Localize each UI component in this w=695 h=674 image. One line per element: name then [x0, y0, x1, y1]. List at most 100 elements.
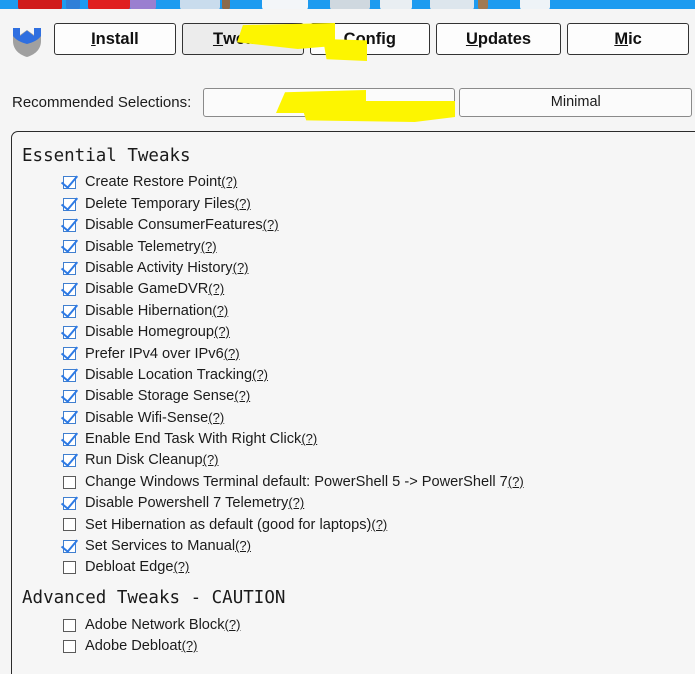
checkbox-row-disable-location-tracking[interactable]: Disable Location Tracking(?)	[63, 365, 695, 386]
checkbox-row-disable-storage-sense[interactable]: Disable Storage Sense(?)	[63, 386, 695, 407]
checkbox-row-create-restore-point[interactable]: Create Restore Point(?)	[63, 172, 695, 193]
tab-config[interactable]: Config	[309, 23, 430, 55]
help-link-run-disk-cleanup[interactable]: (?)	[203, 452, 219, 467]
checkbox-row-adobe-network-block[interactable]: Adobe Network Block(?)	[63, 614, 695, 635]
winutil-window: Install Tweaks Config Updates Mic Recomm…	[0, 9, 695, 674]
checkbox-disable-storage-sense[interactable]	[63, 390, 76, 404]
label-disable-telemetry: Disable Telemetry(?)	[85, 238, 217, 255]
checkbox-disable-homegroup[interactable]	[63, 325, 76, 339]
label-disable-homegroup: Disable Homegroup(?)	[85, 324, 230, 341]
help-link-prefer-ipv4-over-ipv6[interactable]: (?)	[224, 346, 240, 361]
help-link-disable-hibernation[interactable]: (?)	[212, 303, 228, 318]
help-link-disable-gamedvr[interactable]: (?)	[208, 281, 224, 296]
tab-tweaks[interactable]: Tweaks	[181, 23, 304, 55]
checkbox-row-debloat-edge[interactable]: Debloat Edge(?)	[63, 557, 695, 578]
checkbox-row-disable-gamedvr[interactable]: Disable GameDVR(?)	[63, 279, 695, 300]
checkbox-row-disable-hibernation[interactable]: Disable Hibernation(?)	[63, 300, 695, 321]
help-link-disable-telemetry[interactable]: (?)	[201, 239, 217, 254]
checkbox-adobe-network-block[interactable]	[63, 618, 76, 632]
tab-config-label: onfig	[355, 29, 396, 48]
label-delete-temporary-files: Delete Temporary Files(?)	[85, 195, 251, 212]
label-set-services-to-manual: Set Services to Manual(?)	[85, 538, 251, 555]
help-link-disable-storage-sense[interactable]: (?)	[234, 388, 250, 403]
checkbox-row-set-services-to-manual[interactable]: Set Services to Manual(?)	[63, 536, 695, 557]
help-link-debloat-edge[interactable]: (?)	[173, 559, 189, 574]
checkbox-prefer-ipv4-over-ipv6[interactable]	[63, 347, 76, 361]
tab-install[interactable]: Install	[54, 23, 176, 55]
recommended-selections-label: Recommended Selections:	[12, 93, 192, 111]
help-link-disable-homegroup[interactable]: (?)	[214, 324, 230, 339]
help-link-set-services-to-manual[interactable]: (?)	[235, 538, 251, 553]
checkbox-disable-consumerfeatures[interactable]	[63, 218, 76, 232]
tab-tweaks-accel: T	[212, 29, 224, 48]
label-disable-wifi-sense: Disable Wifi-Sense(?)	[85, 409, 225, 426]
app-logo-icon	[0, 16, 54, 62]
background-window-strip	[0, 0, 695, 9]
tab-microwin-accel: M	[614, 29, 629, 48]
standard-preset-button[interactable]: Standard	[203, 87, 456, 117]
help-link-disable-consumerfeatures[interactable]: (?)	[263, 217, 279, 232]
checkbox-row-enable-end-task-with-right-click[interactable]: Enable End Task With Right Click(?)	[63, 429, 695, 450]
checkbox-row-disable-homegroup[interactable]: Disable Homegroup(?)	[63, 322, 695, 343]
checkbox-row-disable-wifi-sense[interactable]: Disable Wifi-Sense(?)	[63, 407, 695, 428]
label-set-hibernation-as-default: Set Hibernation as default (good for lap…	[85, 516, 388, 533]
label-change-windows-terminal-default: Change Windows Terminal default: PowerSh…	[85, 473, 524, 490]
checkbox-change-windows-terminal-default[interactable]	[63, 475, 76, 489]
checkbox-set-hibernation-as-default[interactable]	[63, 518, 76, 532]
checkbox-row-disable-powershell-7-telemetry[interactable]: Disable Powershell 7 Telemetry(?)	[63, 493, 695, 514]
checkbox-set-services-to-manual[interactable]	[63, 539, 76, 553]
tab-microwin[interactable]: Mic	[567, 23, 689, 55]
help-link-adobe-network-block[interactable]: (?)	[225, 617, 241, 632]
section-header-advanced-tweaks: Advanced Tweaks - CAUTION	[22, 588, 286, 609]
checkbox-row-adobe-debloat[interactable]: Adobe Debloat(?)	[63, 636, 695, 657]
help-link-disable-location-tracking[interactable]: (?)	[252, 367, 268, 382]
tab-install-label: nstall	[95, 29, 139, 48]
checkbox-disable-hibernation[interactable]	[63, 304, 76, 318]
checkbox-delete-temporary-files[interactable]	[63, 197, 76, 211]
checkbox-disable-wifi-sense[interactable]	[63, 411, 76, 425]
checkbox-disable-powershell-7-telemetry[interactable]	[63, 497, 76, 511]
label-disable-storage-sense: Disable Storage Sense(?)	[85, 388, 251, 405]
checkbox-debloat-edge[interactable]	[63, 561, 76, 575]
checkbox-create-restore-point[interactable]	[63, 176, 76, 190]
help-link-create-restore-point[interactable]: (?)	[221, 174, 237, 189]
checkbox-disable-location-tracking[interactable]	[63, 368, 76, 382]
checkbox-row-disable-activity-history[interactable]: Disable Activity History(?)	[63, 258, 695, 279]
tab-updates[interactable]: Updates	[435, 23, 562, 55]
tab-config-accel: C	[343, 29, 356, 48]
checkbox-disable-activity-history[interactable]	[63, 261, 76, 275]
checkbox-row-disable-telemetry[interactable]: Disable Telemetry(?)	[63, 236, 695, 257]
label-disable-gamedvr: Disable GameDVR(?)	[85, 281, 225, 298]
label-enable-end-task-with-right-click: Enable End Task With Right Click(?)	[85, 431, 318, 448]
checkbox-row-run-disk-cleanup[interactable]: Run Disk Cleanup(?)	[63, 450, 695, 471]
checkbox-row-disable-consumerfeatures[interactable]: Disable ConsumerFeatures(?)	[63, 215, 695, 236]
main-navbar: Install Tweaks Config Updates Mic	[0, 16, 695, 62]
help-link-change-windows-terminal-default[interactable]: (?)	[508, 474, 524, 489]
recommended-selections-row: Recommended Selections: Standard Minimal	[0, 82, 695, 122]
checkbox-row-change-windows-terminal-default[interactable]: Change Windows Terminal default: PowerSh…	[63, 471, 695, 492]
label-disable-consumerfeatures: Disable ConsumerFeatures(?)	[85, 217, 279, 234]
tab-updates-accel: U	[465, 29, 478, 48]
help-link-disable-activity-history[interactable]: (?)	[233, 260, 249, 275]
label-run-disk-cleanup: Run Disk Cleanup(?)	[85, 452, 219, 469]
checkbox-row-set-hibernation-as-default[interactable]: Set Hibernation as default (good for lap…	[63, 514, 695, 535]
minimal-preset-button[interactable]: Minimal	[459, 87, 693, 117]
checkbox-adobe-debloat[interactable]	[63, 640, 76, 653]
checkbox-disable-gamedvr[interactable]	[63, 283, 76, 297]
help-link-disable-powershell-7-telemetry[interactable]: (?)	[288, 495, 304, 510]
tab-updates-label: pdates	[477, 29, 532, 48]
checkbox-row-prefer-ipv4-over-ipv6[interactable]: Prefer IPv4 over IPv6(?)	[63, 343, 695, 364]
label-disable-activity-history: Disable Activity History(?)	[85, 259, 249, 276]
checkbox-enable-end-task-with-right-click[interactable]	[63, 432, 76, 446]
section-header-essential-tweaks: Essential Tweaks	[22, 146, 191, 166]
checkbox-run-disk-cleanup[interactable]	[63, 454, 76, 468]
help-link-set-hibernation-as-default[interactable]: (?)	[371, 517, 387, 532]
checkbox-disable-telemetry[interactable]	[63, 240, 76, 254]
help-link-delete-temporary-files[interactable]: (?)	[235, 196, 251, 211]
checkbox-row-delete-temporary-files[interactable]: Delete Temporary Files(?)	[63, 193, 695, 214]
help-link-disable-wifi-sense[interactable]: (?)	[208, 410, 224, 425]
label-disable-hibernation: Disable Hibernation(?)	[85, 302, 229, 319]
help-link-adobe-debloat[interactable]: (?)	[182, 638, 198, 653]
help-link-enable-end-task-with-right-click[interactable]: (?)	[301, 431, 317, 446]
tab-tweaks-label: weaks	[223, 29, 273, 48]
